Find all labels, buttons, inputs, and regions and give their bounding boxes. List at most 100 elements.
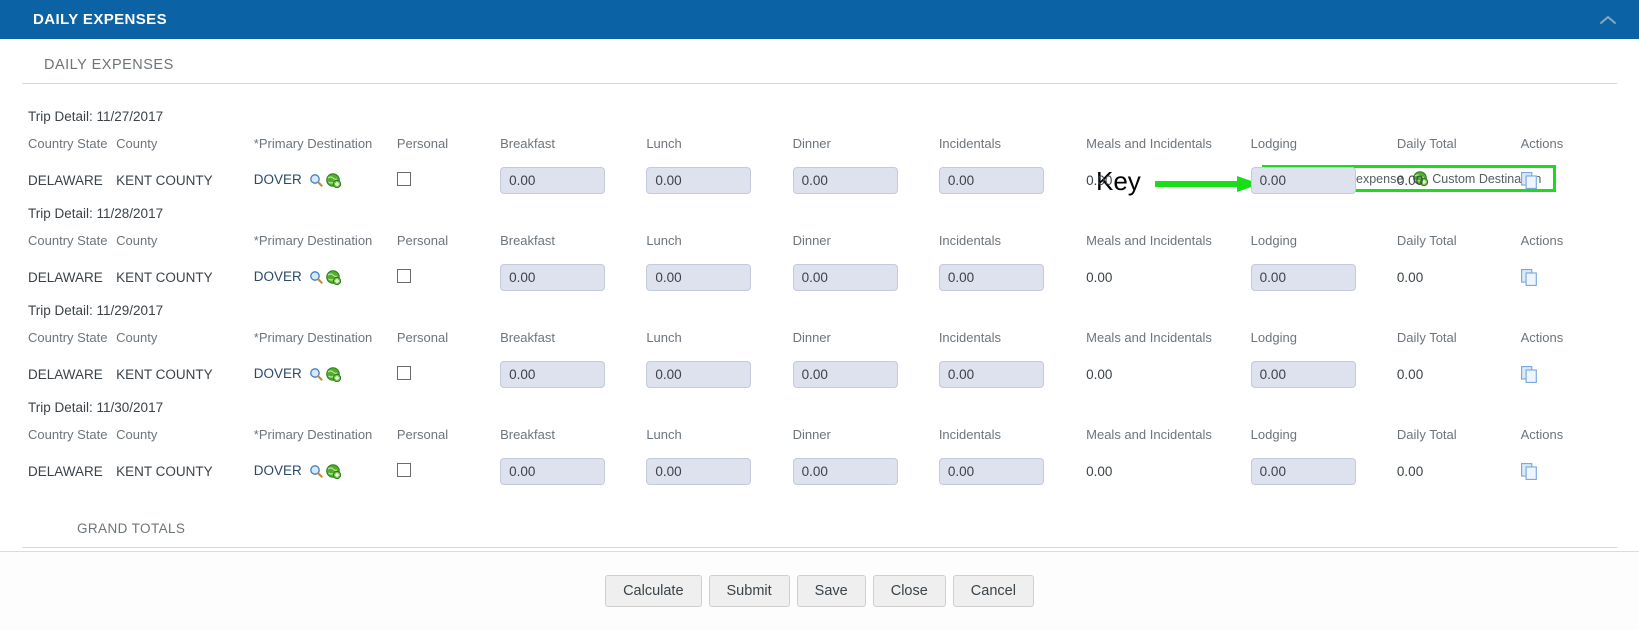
dinner-input[interactable] [792,263,898,291]
trip-block: Trip Detail: 11/30/2017 Country State Co… [0,395,1639,492]
trip-detail-title: Trip Detail: 11/30/2017 [28,400,164,415]
cell-lodging [1250,450,1397,492]
search-icon[interactable] [309,367,323,382]
column-header-dinner: Dinner [792,329,831,345]
lunch-input[interactable] [646,166,752,194]
section-header-label: DAILY EXPENSES [44,57,174,73]
search-icon[interactable] [309,464,323,479]
grid-header-row: Country State County *Primary Destinatio… [0,323,1639,353]
cell-dinner [792,450,939,492]
column-header-incidentals: Incidentals [938,135,1001,151]
column-header-meals-and-incidentals: Meals and Incidentals [1086,232,1212,248]
breakfast-input[interactable] [500,166,606,194]
personal-checkbox[interactable] [396,171,411,186]
cell-incidentals [938,353,1086,395]
breakfast-input[interactable] [500,263,606,291]
column-header-meals-and-incidentals: Meals and Incidentals [1086,135,1212,151]
lodging-input[interactable] [1250,166,1356,194]
trip-detail-title: Trip Detail: 11/27/2017 [28,109,164,124]
column-header-county: County [116,232,158,248]
trip-detail-title: Trip Detail: 11/29/2017 [28,303,164,318]
incidentals-input[interactable] [938,457,1044,485]
column-header-lunch: Lunch [646,329,682,345]
grid-header-row: Country State County *Primary Destinatio… [0,129,1639,159]
calculate-button[interactable]: Calculate [605,575,702,607]
cell-county: KENT COUNTY [116,172,213,188]
incidentals-input[interactable] [938,360,1044,388]
cell-breakfast [500,450,646,492]
lunch-input[interactable] [646,263,752,291]
breakfast-input[interactable] [500,360,606,388]
cancel-button[interactable]: Cancel [952,575,1034,607]
trip-block: Trip Detail: 11/29/2017 Country State Co… [0,298,1639,395]
column-header-dinner: Dinner [792,232,831,248]
breakfast-input[interactable] [500,457,606,485]
column-header-daily-total: Daily Total [1396,426,1457,442]
copy-down-expense-icon[interactable] [1520,365,1538,383]
copy-down-expense-icon[interactable] [1520,462,1538,480]
column-header-primary-destination: *Primary Destination [253,329,373,345]
custom-destination-globe-icon[interactable] [326,270,342,285]
lunch-input[interactable] [646,457,752,485]
cell-lodging [1250,159,1397,201]
copy-down-expense-icon[interactable] [1520,171,1538,189]
dinner-input[interactable] [792,166,898,194]
cell-county: KENT COUNTY [116,463,213,479]
lodging-input[interactable] [1250,360,1356,388]
cell-daily-total: 0.00 [1396,463,1424,479]
search-icon[interactable] [309,270,323,285]
cell-primary-destination: DOVER [254,353,397,395]
column-header-meals-and-incidentals: Meals and Incidentals [1086,426,1212,442]
custom-destination-globe-icon[interactable] [326,173,342,188]
incidentals-input[interactable] [938,263,1044,291]
personal-checkbox[interactable] [396,268,411,283]
dinner-input[interactable] [792,360,898,388]
window-title-bar: DAILY EXPENSES [0,0,1639,39]
column-header-personal: Personal [396,329,449,345]
destination-value: DOVER [253,172,302,188]
custom-destination-globe-icon[interactable] [326,367,342,382]
cell-breakfast [500,353,646,395]
cell-primary-destination: DOVER [254,256,397,298]
expense-grid: Country State County *Primary Destinatio… [0,226,1639,298]
destination-value: DOVER [253,463,302,479]
save-button[interactable]: Save [796,575,866,607]
cell-country-state: DELAWARE [28,463,103,479]
cell-dinner [792,256,939,298]
column-header-actions: Actions [1520,135,1564,151]
column-header-breakfast: Breakfast [500,135,555,151]
grand-totals-label: GRAND TOTALS [77,521,186,536]
grid-header-row: Country State County *Primary Destinatio… [0,420,1639,450]
column-header-primary-destination: *Primary Destination [253,135,373,151]
cell-daily-total: 0.00 [1396,269,1424,285]
column-header-dinner: Dinner [792,426,831,442]
column-header-lunch: Lunch [646,426,682,442]
chevron-up-icon[interactable] [1595,7,1621,33]
copy-down-expense-icon[interactable] [1520,268,1538,286]
column-header-actions: Actions [1520,329,1564,345]
custom-destination-globe-icon[interactable] [326,464,342,479]
search-icon[interactable] [309,173,323,188]
column-header-daily-total: Daily Total [1396,232,1457,248]
close-button[interactable]: Close [872,575,946,607]
submit-button[interactable]: Submit [708,575,790,607]
cell-meals-and-incidentals: 0.00 [1086,172,1113,188]
cell-daily-total: 0.00 [1396,172,1424,188]
dinner-input[interactable] [792,457,898,485]
column-header-lodging: Lodging [1250,329,1297,345]
personal-checkbox[interactable] [396,462,411,477]
cell-personal [396,159,500,201]
cell-county: KENT COUNTY [116,366,213,382]
table-row: DELAWARE KENT COUNTY DOVER 0.00 0.00 0.0… [0,450,1639,492]
cell-breakfast [500,159,646,201]
column-header-lodging: Lodging [1250,426,1297,442]
lunch-input[interactable] [646,360,752,388]
cell-actions [1520,256,1639,298]
cell-lunch [646,256,792,298]
incidentals-input[interactable] [938,166,1044,194]
column-header-county: County [116,135,158,151]
lodging-input[interactable] [1250,457,1356,485]
personal-checkbox[interactable] [396,365,411,380]
lodging-input[interactable] [1250,263,1356,291]
table-row: DELAWARE KENT COUNTY DOVER 0.00 0.00 0.0… [0,353,1639,395]
